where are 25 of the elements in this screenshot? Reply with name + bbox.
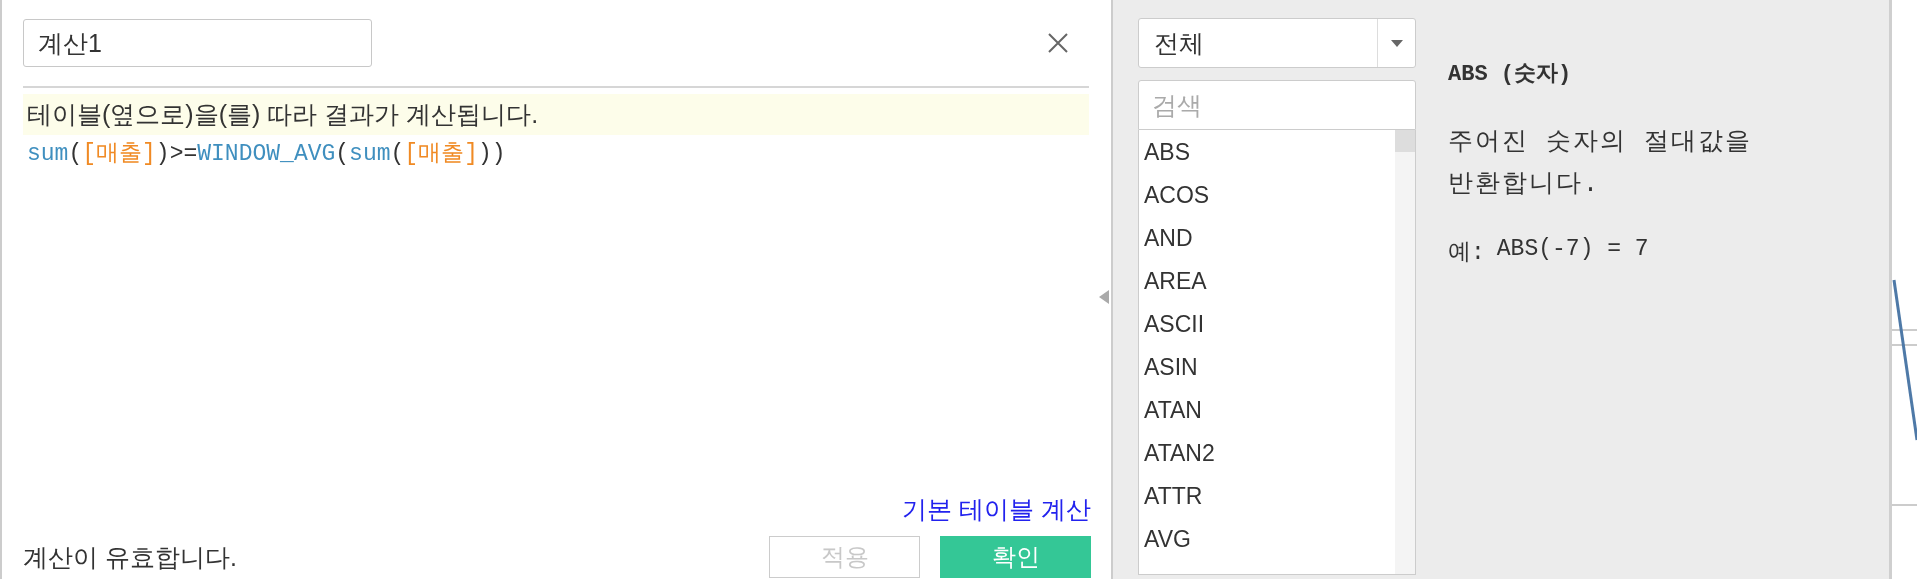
function-list-item[interactable]: ABS [1139,136,1395,179]
function-list-item[interactable]: ACOS [1139,179,1395,222]
scrollbar[interactable] [1395,130,1415,574]
function-list-item[interactable]: ASCII [1139,308,1395,351]
close-icon[interactable] [1047,32,1069,54]
function-list-item[interactable]: AND [1139,222,1395,265]
function-description: 주어진 숫자의 절대값을 반환합니다. [1448,127,1753,201]
function-list-item[interactable]: ATAN [1139,394,1395,437]
status-text: 계산이 유효합니다. [23,541,238,573]
collapse-arrow-icon[interactable] [1099,290,1109,304]
dropdown-caret-icon [1390,39,1403,47]
function-list-item[interactable]: AREA [1139,265,1395,308]
example-code: ABS(-7) = 7 [1496,236,1649,264]
function-list-item[interactable]: ATAN2 [1139,437,1395,480]
notice-text: 테이블(옆으로)을(를) 따라 결과가 계산됩니다. [23,94,1089,135]
search-field[interactable]: 검색 [1138,80,1416,130]
calculation-name-field[interactable]: 계산1 [23,19,372,67]
formula-text[interactable]: sum([매출])>=WINDOW_AVG(sum([매출])) [23,135,1111,170]
example-label: 예: [1448,239,1485,267]
function-list-item[interactable]: AVG [1139,523,1395,566]
default-table-calculation-link[interactable]: 기본 테이블 계산 [902,493,1091,526]
category-dropdown[interactable]: 전체 [1138,18,1416,68]
function-title: ABS (숫자) [1448,61,1573,88]
function-list-item[interactable]: ASIN [1139,351,1395,394]
function-list-item[interactable]: ATTR [1139,480,1395,523]
